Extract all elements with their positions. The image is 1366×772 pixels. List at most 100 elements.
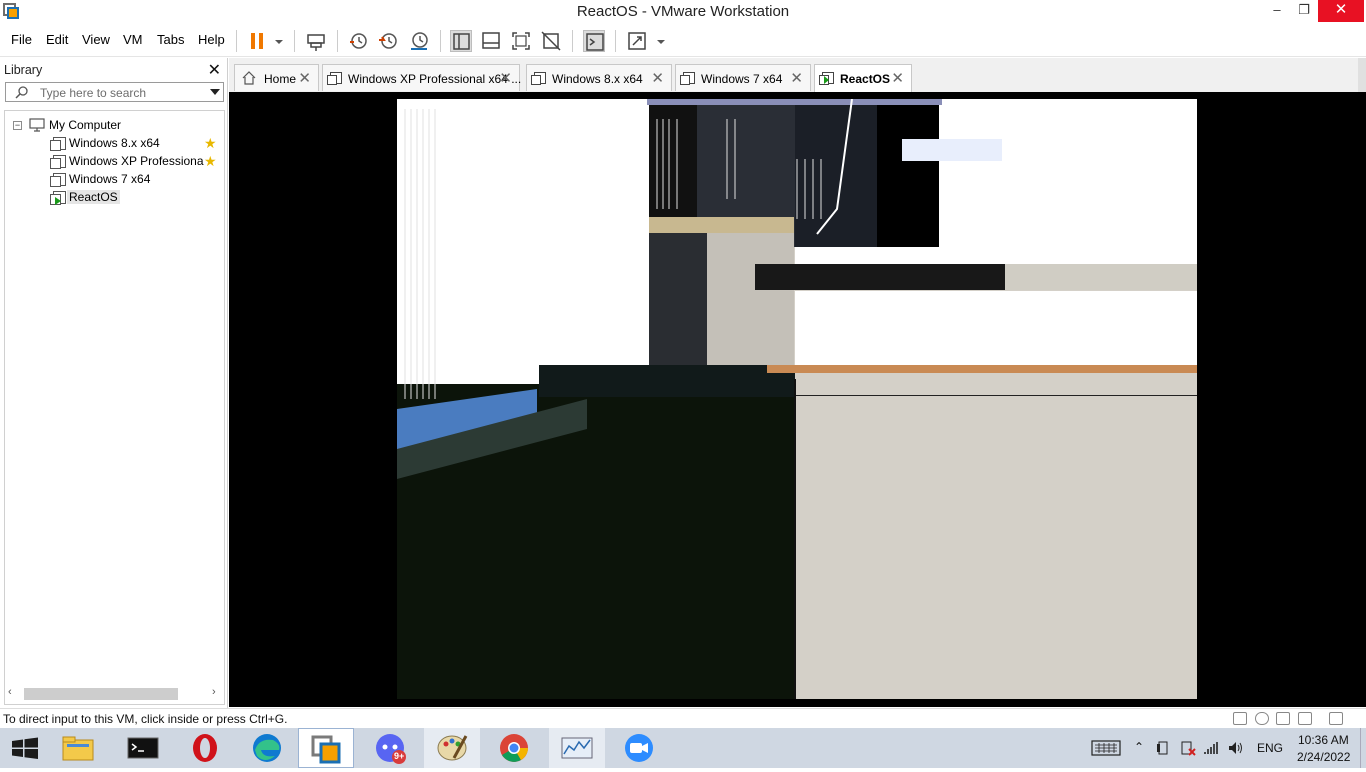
snapshot-icon[interactable] <box>347 30 369 52</box>
vm-icon <box>531 72 546 85</box>
library-view-icon[interactable] <box>450 30 472 52</box>
sound-card-icon[interactable] <box>1298 712 1312 725</box>
tray-overflow-icon[interactable]: ⌃ <box>1134 740 1144 754</box>
unity-icon[interactable] <box>540 30 562 52</box>
toolbar-separator <box>440 30 441 52</box>
vm-icon <box>327 72 342 85</box>
vm-console-area[interactable] <box>229 92 1366 707</box>
taskbar: 9+ ⌃ ENG 10:36 AM 2/24/2022 <box>0 728 1366 768</box>
stretch-icon[interactable] <box>626 30 648 52</box>
clock-date[interactable]: 2/24/2022 <box>1297 750 1350 764</box>
vmware-icon[interactable] <box>298 728 354 768</box>
menu-toolbar: File Edit View VM Tabs Help <box>0 24 1366 57</box>
show-desktop-button[interactable] <box>1360 728 1366 768</box>
tab-label: Windows 8.x x64 <box>552 72 643 86</box>
menu-vm[interactable]: VM <box>123 32 143 47</box>
tab-strip: Home ✕ Windows XP Professional x64 ... ✕… <box>229 58 1366 92</box>
library-title: Library <box>4 63 43 77</box>
vm-screen-glitch-image <box>397 99 1197 699</box>
tab-close-icon[interactable]: ✕ <box>651 69 664 87</box>
tree-item-label: Windows XP Professiona <box>69 154 204 168</box>
cd-drive-icon[interactable] <box>1255 712 1269 725</box>
toolbar-separator <box>236 30 237 52</box>
send-keys-icon[interactable] <box>305 30 327 52</box>
close-button[interactable]: ✕ <box>1318 0 1364 22</box>
menu-help[interactable]: Help <box>198 32 225 47</box>
tree-item-reactos[interactable]: ReactOS <box>49 189 221 206</box>
tab-close-icon[interactable]: ✕ <box>499 69 512 87</box>
file-explorer-icon[interactable] <box>50 728 106 768</box>
menu-edit[interactable]: Edit <box>46 32 68 47</box>
search-placeholder: Type here to search <box>40 86 147 100</box>
chrome-icon[interactable] <box>486 728 542 768</box>
search-dropdown-icon[interactable] <box>210 89 220 95</box>
library-horizontal-scrollbar[interactable]: ‹ › <box>6 686 222 700</box>
paint-icon[interactable] <box>424 728 480 768</box>
pause-icon[interactable] <box>246 30 268 52</box>
window-title: ReactOS - VMware Workstation <box>576 3 790 20</box>
status-message: To direct input to this VM, click inside… <box>3 712 288 726</box>
maximize-button[interactable]: ❐ <box>1287 0 1321 22</box>
title-bar: ReactOS - VMware Workstation – ❐ ✕ <box>0 0 1366 24</box>
edge-icon[interactable] <box>239 728 295 768</box>
scroll-left-icon[interactable]: ‹ <box>8 686 12 698</box>
toolbar-separator <box>294 30 295 52</box>
menu-tabs[interactable]: Tabs <box>157 32 184 47</box>
tree-item-my-computer[interactable]: − My Computer <box>13 117 213 134</box>
power-dropdown-icon[interactable] <box>268 30 284 52</box>
tab-close-icon[interactable]: ✕ <box>790 69 803 87</box>
console-icon[interactable] <box>583 30 605 52</box>
security-alert-icon[interactable] <box>1180 740 1196 756</box>
scrollbar-thumb[interactable] <box>24 688 178 700</box>
start-icon[interactable] <box>0 728 56 768</box>
toolbar-separator <box>572 30 573 52</box>
library-search-input[interactable]: Type here to search <box>5 82 224 102</box>
menu-file[interactable]: File <box>11 32 32 47</box>
tree-item-windows-xp[interactable]: Windows XP Professiona ★ <box>49 153 221 170</box>
clock-time[interactable]: 10:36 AM <box>1298 733 1349 747</box>
library-close-icon[interactable]: ✕ <box>208 60 221 80</box>
stretch-dropdown-icon[interactable] <box>650 30 666 52</box>
tree-item-label: Windows 7 x64 <box>69 172 151 186</box>
network-adapter-icon[interactable] <box>1276 712 1290 725</box>
library-panel: Library ✕ Type here to search − My Compu… <box>0 58 228 708</box>
hard-disk-icon[interactable] <box>1233 712 1247 725</box>
tab-windows-xp[interactable]: Windows XP Professional x64 ... ✕ <box>322 64 521 91</box>
discord-icon[interactable]: 9+ <box>362 728 418 768</box>
thumbnail-view-icon[interactable] <box>480 30 502 52</box>
scroll-right-icon[interactable]: › <box>212 686 216 698</box>
tab-label: ReactOS <box>840 72 891 86</box>
tab-home[interactable]: Home ✕ <box>234 64 319 91</box>
collapse-icon[interactable]: − <box>13 121 22 130</box>
tab-label: Home <box>264 72 297 86</box>
message-log-icon[interactable] <box>1329 712 1343 725</box>
tab-close-icon[interactable]: ✕ <box>891 69 904 87</box>
volume-icon[interactable] <box>1227 740 1245 756</box>
vm-screen[interactable] <box>397 99 1197 699</box>
tab-windows-7[interactable]: Windows 7 x64 ✕ <box>675 64 811 91</box>
menu-view[interactable]: View <box>82 32 110 47</box>
computer-icon <box>29 118 45 132</box>
full-screen-icon[interactable] <box>510 30 532 52</box>
language-indicator[interactable]: ENG <box>1257 741 1283 755</box>
tab-scrollbar[interactable] <box>1358 58 1366 92</box>
touch-keyboard-icon[interactable] <box>1091 740 1121 756</box>
tree-item-windows-8[interactable]: Windows 8.x x64 ★ <box>49 135 221 152</box>
performance-monitor-icon[interactable] <box>549 728 605 768</box>
revert-snapshot-icon[interactable] <box>377 30 399 52</box>
zoom-icon[interactable] <box>611 728 667 768</box>
snapshot-manager-icon[interactable] <box>408 30 430 52</box>
device-icon[interactable] <box>1155 740 1171 756</box>
tree-item-label: Windows 8.x x64 <box>69 136 160 150</box>
vm-running-icon <box>819 72 834 85</box>
tree-item-windows-7[interactable]: Windows 7 x64 <box>49 171 221 188</box>
vm-icon <box>50 173 66 187</box>
network-icon[interactable] <box>1203 740 1219 756</box>
tab-close-icon[interactable]: ✕ <box>298 69 311 87</box>
toolbar-separator <box>615 30 616 52</box>
tab-windows-8[interactable]: Windows 8.x x64 ✕ <box>526 64 672 91</box>
tab-reactos[interactable]: ReactOS ✕ <box>814 64 912 92</box>
terminal-icon[interactable] <box>114 728 170 768</box>
opera-icon[interactable] <box>177 728 233 768</box>
favorite-star-icon: ★ <box>204 135 217 151</box>
